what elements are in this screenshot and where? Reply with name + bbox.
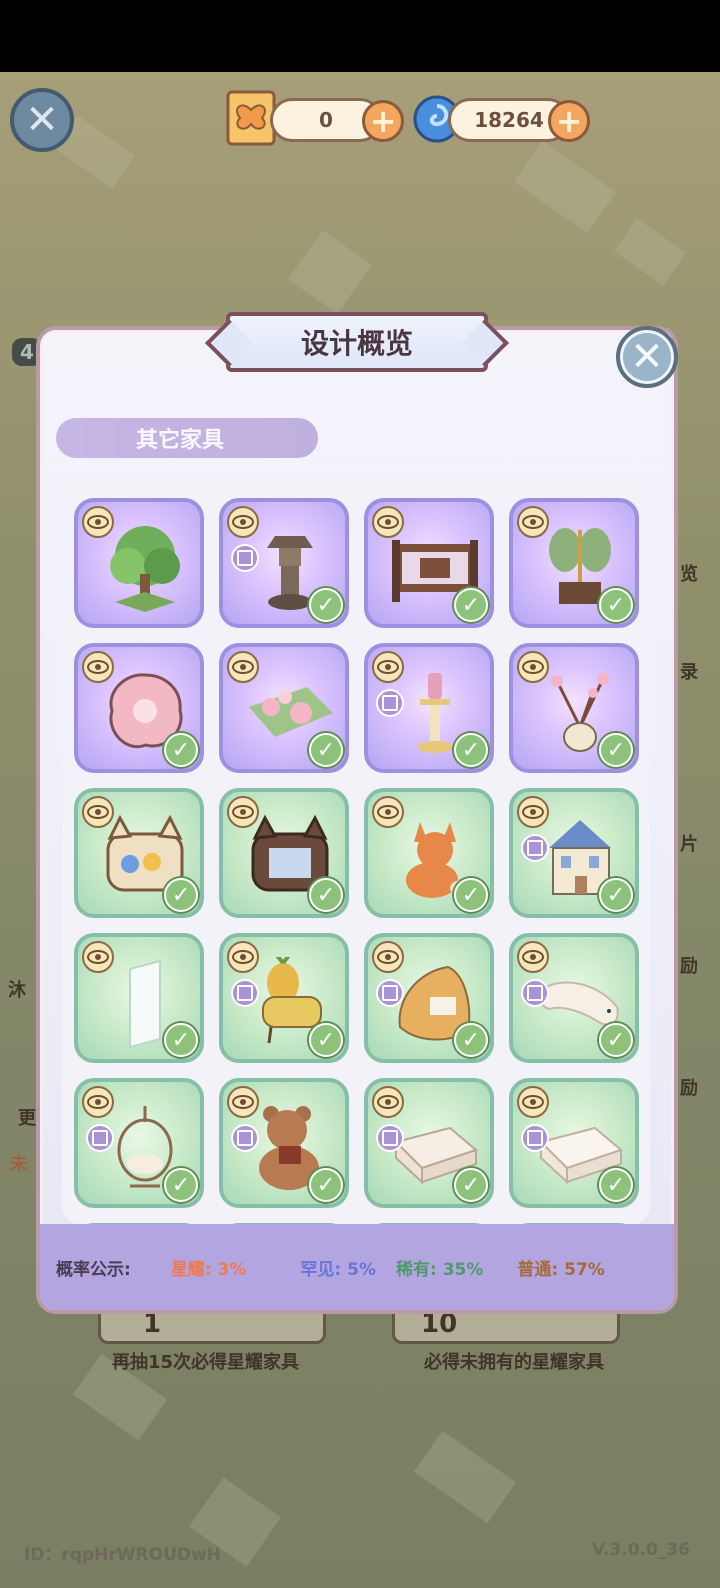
storage-box-icon: [376, 1124, 404, 1152]
game-version: V.3.0.0_36: [592, 1540, 690, 1560]
furniture-item-blossom-vase[interactable]: ✓: [509, 643, 639, 773]
owned-check-icon: ✓: [164, 733, 198, 767]
storage-box-icon: [86, 1124, 114, 1152]
close-icon: ✕: [630, 334, 664, 380]
owned-check-icon: ✓: [454, 878, 488, 912]
preview-eye-icon[interactable]: [227, 1086, 259, 1118]
close-icon: ✕: [25, 97, 59, 143]
section-header: 其它家具: [56, 418, 318, 458]
furniture-item-pineapple-chair[interactable]: ✓: [219, 933, 349, 1063]
preview-eye-icon[interactable]: [82, 796, 114, 828]
owned-check-icon: ✓: [164, 1023, 198, 1057]
storage-box-icon: [231, 544, 259, 572]
storage-box-icon: [376, 979, 404, 1007]
furniture-item-sakura-rug[interactable]: ✓: [74, 643, 204, 773]
storage-box-icon: [231, 1124, 259, 1152]
owned-check-icon: ✓: [164, 1168, 198, 1202]
odds-rare-seen: 罕见: 5%: [300, 1259, 376, 1280]
storage-box-icon: [376, 689, 404, 717]
furniture-item-bamboo-fan-stand[interactable]: ✓: [509, 498, 639, 628]
preview-eye-icon[interactable]: [82, 1086, 114, 1118]
furniture-item-tree[interactable]: [74, 498, 204, 628]
owned-check-icon: ✓: [454, 1168, 488, 1202]
preview-eye-icon[interactable]: [372, 651, 404, 683]
preview-eye-icon[interactable]: [517, 796, 549, 828]
furniture-item-glass-panel[interactable]: ✓: [74, 933, 204, 1063]
furniture-item-flower-mat[interactable]: ✓: [219, 643, 349, 773]
storage-box-icon: [521, 1124, 549, 1152]
odds-label: 概率公示:: [56, 1259, 131, 1280]
gem-value: 18264: [474, 108, 544, 132]
owned-check-icon: ✓: [599, 588, 633, 622]
furniture-item-beanbag[interactable]: ✓: [364, 933, 494, 1063]
furniture-item-candle-holder[interactable]: ✓: [364, 643, 494, 773]
odds-rare: 稀有: 35%: [396, 1259, 484, 1280]
owned-check-icon: ✓: [309, 1023, 343, 1057]
furniture-item-dollhouse[interactable]: ✓: [509, 788, 639, 918]
furniture-item-hanging-chair[interactable]: ✓: [74, 1078, 204, 1208]
preview-eye-icon[interactable]: [82, 506, 114, 538]
section-title: 其它家具: [136, 428, 225, 453]
owned-check-icon: ✓: [164, 878, 198, 912]
odds-common: 普通: 57%: [517, 1259, 605, 1280]
furniture-item-stone-lantern[interactable]: ✓: [219, 498, 349, 628]
ticket-value: 0: [319, 108, 333, 132]
furniture-item-teddy-bear[interactable]: ✓: [219, 1078, 349, 1208]
top-close-button[interactable]: ✕: [10, 88, 74, 152]
owned-check-icon: ✓: [599, 733, 633, 767]
preview-eye-icon[interactable]: [517, 651, 549, 683]
owned-check-icon: ✓: [599, 878, 633, 912]
furniture-grid: ✓ ✓ ✓ ✓ ✓ ✓ ✓ ✓ ✓ ✓ ✓ ✓ ✓ ✓ ✓ ✓ ✓ ✓ ✓: [62, 472, 650, 1224]
preview-eye-icon[interactable]: [227, 796, 259, 828]
owned-check-icon: ✓: [454, 1023, 488, 1057]
status-bar: [0, 0, 720, 72]
owned-check-icon: ✓: [309, 733, 343, 767]
preview-eye-icon[interactable]: [227, 941, 259, 973]
odds-bar: 概率公示: 星耀: 3% 罕见: 5% 稀有: 35% 普通: 57%: [40, 1224, 674, 1310]
furniture-item-bathtub-b[interactable]: ✓: [509, 1078, 639, 1208]
player-id: ID：rqpHrWROUDwH: [24, 1545, 221, 1565]
add-ticket-button[interactable]: +: [362, 100, 404, 142]
furniture-item-cat-bag-dark[interactable]: ✓: [219, 788, 349, 918]
preview-eye-icon[interactable]: [372, 506, 404, 538]
preview-eye-icon[interactable]: [82, 651, 114, 683]
furniture-item-seal-pillow[interactable]: ✓: [509, 933, 639, 1063]
furniture-item-fox-plush[interactable]: ✓: [364, 788, 494, 918]
owned-check-icon: ✓: [454, 733, 488, 767]
furniture-item-carved-screen-fence[interactable]: ✓: [364, 498, 494, 628]
panel-close-button[interactable]: ✕: [616, 326, 678, 388]
owned-check-icon: ✓: [309, 1168, 343, 1202]
panel-title: 设计概览: [226, 312, 488, 372]
preview-eye-icon[interactable]: [372, 941, 404, 973]
storage-box-icon: [521, 979, 549, 1007]
storage-box-icon: [521, 834, 549, 862]
owned-check-icon: ✓: [309, 878, 343, 912]
preview-eye-icon[interactable]: [227, 651, 259, 683]
preview-eye-icon[interactable]: [372, 1086, 404, 1118]
panel-title-text: 设计概览: [300, 327, 413, 360]
furniture-item-cat-bag-light[interactable]: ✓: [74, 788, 204, 918]
preview-eye-icon[interactable]: [517, 506, 549, 538]
preview-eye-icon[interactable]: [517, 941, 549, 973]
tree-image: [110, 526, 180, 612]
storage-box-icon: [231, 979, 259, 1007]
owned-check-icon: ✓: [599, 1168, 633, 1202]
owned-check-icon: ✓: [454, 588, 488, 622]
preview-eye-icon[interactable]: [227, 506, 259, 538]
add-gem-button[interactable]: +: [548, 100, 590, 142]
preview-eye-icon[interactable]: [82, 941, 114, 973]
furniture-item-bathtub-a[interactable]: ✓: [364, 1078, 494, 1208]
odds-star: 星耀: 3%: [170, 1259, 247, 1280]
owned-check-icon: ✓: [599, 1023, 633, 1057]
preview-eye-icon[interactable]: [372, 796, 404, 828]
owned-check-icon: ✓: [309, 588, 343, 622]
preview-eye-icon[interactable]: [517, 1086, 549, 1118]
